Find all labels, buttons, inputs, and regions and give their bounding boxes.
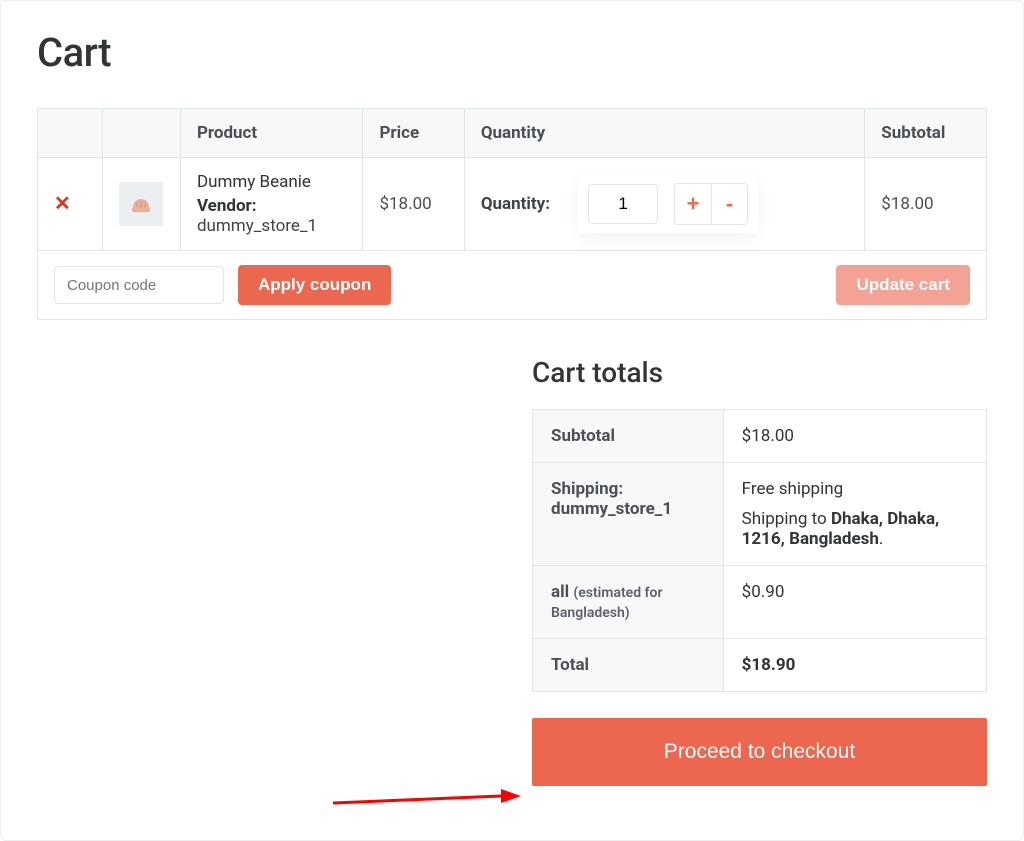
totals-tax-value: $0.90 <box>723 566 986 639</box>
annotation-arrow-icon <box>331 785 521 815</box>
cart-totals-heading: Cart totals <box>532 356 987 389</box>
quantity-decrease-button[interactable]: - <box>711 184 747 224</box>
col-price-header: Price <box>363 109 464 158</box>
product-thumbnail[interactable] <box>119 182 163 226</box>
coupon-input[interactable] <box>54 266 224 304</box>
item-subtotal: $18.00 <box>881 194 933 214</box>
cart-actions-row: Apply coupon Update cart <box>38 251 987 320</box>
beanie-icon <box>128 191 154 217</box>
totals-shipping-label: Shipping: dummy_store_1 <box>533 463 724 566</box>
col-product-header: Product <box>180 109 363 158</box>
vendor-label: Vendor: <box>197 196 257 216</box>
col-subtotal-header: Subtotal <box>865 109 987 158</box>
quantity-controls: + - <box>578 175 758 233</box>
proceed-to-checkout-button[interactable]: Proceed to checkout <box>532 718 987 786</box>
totals-total-label: Total <box>533 639 724 692</box>
cart-row: ✕ Dummy Beanie <box>38 158 987 251</box>
remove-item-button[interactable]: ✕ <box>54 193 71 213</box>
update-cart-button[interactable]: Update cart <box>836 265 970 305</box>
shipping-destination: Shipping to Dhaka, Dhaka, 1216, Banglade… <box>742 509 968 549</box>
vendor-name: dummy_store_1 <box>197 216 317 236</box>
apply-coupon-button[interactable]: Apply coupon <box>238 265 391 305</box>
page-title: Cart <box>37 29 987 76</box>
col-thumb-header <box>102 109 180 158</box>
product-link[interactable]: Dummy Beanie <box>197 172 311 192</box>
cart-table: Product Price Quantity Subtotal ✕ <box>37 108 987 320</box>
quantity-input[interactable] <box>588 184 658 224</box>
quantity-increase-button[interactable]: + <box>675 184 711 224</box>
col-quantity-header: Quantity <box>464 109 864 158</box>
item-price: $18.00 <box>379 194 431 214</box>
cart-totals-table: Subtotal $18.00 Shipping: dummy_store_1 … <box>532 409 987 692</box>
totals-tax-label: all (estimated for Bangladesh) <box>533 566 724 639</box>
totals-subtotal-value: $18.00 <box>723 410 986 463</box>
totals-subtotal-label: Subtotal <box>533 410 724 463</box>
totals-total-value: $18.90 <box>723 639 986 692</box>
quantity-label: Quantity: <box>481 194 550 214</box>
cart-totals-section: Cart totals Subtotal $18.00 Shipping: du… <box>532 356 987 786</box>
col-remove-header <box>38 109 103 158</box>
shipping-method: Free shipping <box>742 479 968 499</box>
